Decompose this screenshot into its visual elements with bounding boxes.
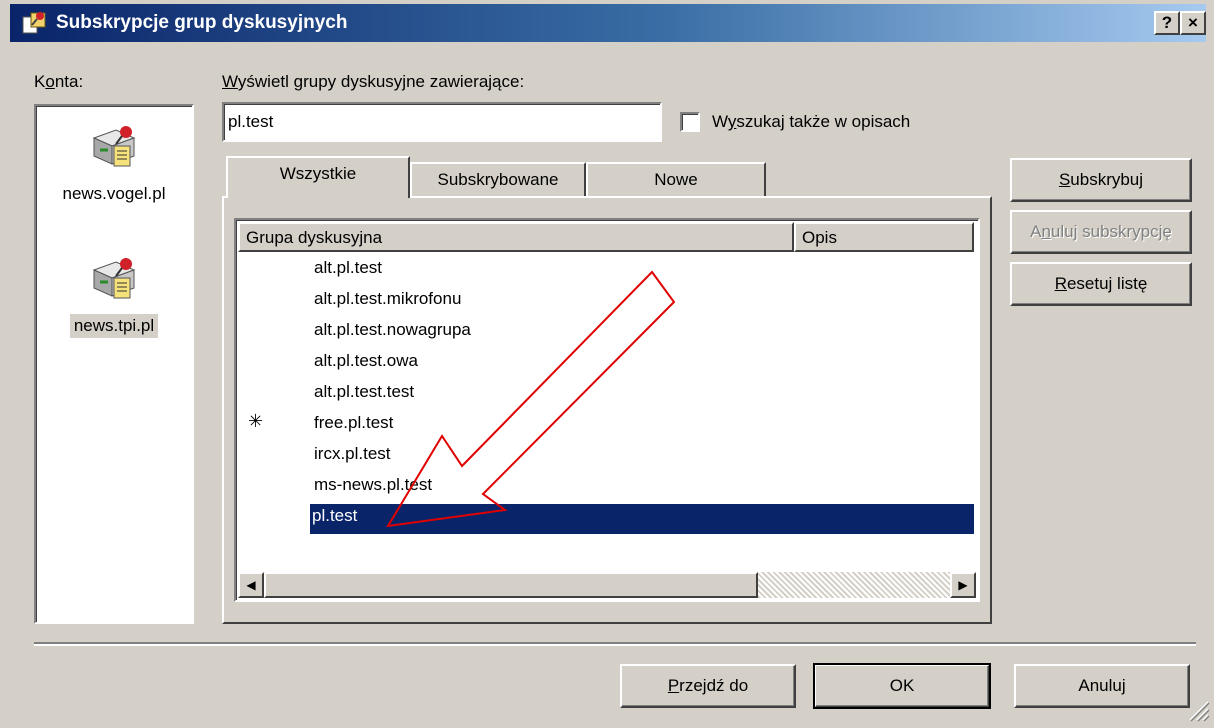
- new-group-icon: ✳: [248, 411, 264, 431]
- list-item[interactable]: alt.pl.test.nowagrupa: [236, 316, 978, 346]
- newsgroup-name: alt.pl.test.test: [314, 382, 415, 401]
- horizontal-scrollbar[interactable]: ◀ ▶: [238, 572, 976, 598]
- newsgroup-name: free.pl.test: [314, 413, 394, 432]
- newsgroup-name: alt.pl.test: [314, 258, 383, 277]
- newsgroup-name: pl.test: [310, 504, 974, 534]
- button-accel: S: [1058, 170, 1071, 189]
- accounts-label-accel: o: [45, 72, 55, 91]
- newsgroup-list[interactable]: Grupa dyskusyjna Opis alt.pl.test alt.pl…: [234, 218, 980, 602]
- tab-all[interactable]: Wszystkie: [226, 156, 410, 198]
- cancel-button[interactable]: Anuluj: [1014, 664, 1190, 708]
- search-label: Wyświetl grupy dyskusyjne zawierające:: [222, 72, 524, 92]
- account-item-news-tpi[interactable]: news.tpi.pl: [36, 252, 192, 338]
- news-server-icon: [92, 126, 136, 167]
- list-item[interactable]: ✳ free.pl.test: [236, 409, 978, 439]
- accounts-label-part: nta:: [54, 72, 84, 91]
- newsgroup-name: ms-news.pl.test: [314, 475, 433, 494]
- tab-subscribed[interactable]: Subskrybowane: [410, 162, 586, 198]
- checkbox-label-part: W: [712, 112, 728, 131]
- scroll-left-icon[interactable]: ◀: [238, 572, 264, 598]
- button-label: ubskrybuj: [1070, 170, 1144, 189]
- subscriptions-dialog: Subskrypcje grup dyskusyjnych ? × Konta:…: [0, 0, 1214, 728]
- search-label-part: świetl grupy dyskusyjne zawierające:: [246, 72, 525, 91]
- button-accel: n: [1041, 222, 1051, 241]
- close-button[interactable]: ×: [1180, 11, 1206, 35]
- unsubscribe-button[interactable]: Anuluj subskrypcję: [1010, 210, 1192, 254]
- go-to-button[interactable]: Przejdź do: [620, 664, 796, 708]
- newsgroup-app-icon: [22, 12, 46, 34]
- scroll-thumb[interactable]: [264, 572, 758, 598]
- button-label: uluj subskrypcję: [1050, 222, 1172, 241]
- search-input[interactable]: [222, 102, 662, 142]
- newsgroup-name: ircx.pl.test: [314, 444, 391, 463]
- news-server-icon: [92, 258, 136, 299]
- account-item-news-vogel[interactable]: news.vogel.pl: [36, 120, 192, 206]
- button-label: esetuj listę: [1066, 274, 1148, 293]
- newsgroup-name: alt.pl.test.owa: [314, 351, 418, 370]
- account-label: news.tpi.pl: [69, 314, 159, 338]
- button-label: A: [1030, 222, 1042, 241]
- separator: [34, 642, 1196, 646]
- title-bar[interactable]: Subskrypcje grup dyskusyjnych ? ×: [10, 4, 1206, 42]
- accounts-list[interactable]: news.vogel.pl news.tpi.pl: [34, 104, 194, 624]
- list-item[interactable]: alt.pl.test.owa: [236, 347, 978, 377]
- button-accel: P: [667, 676, 680, 695]
- list-item-selected[interactable]: pl.test: [236, 502, 978, 534]
- list-item[interactable]: ircx.pl.test: [236, 440, 978, 470]
- list-item[interactable]: alt.pl.test.test: [236, 378, 978, 408]
- help-button[interactable]: ?: [1154, 11, 1180, 35]
- ok-button[interactable]: OK: [813, 663, 991, 709]
- accounts-label: Konta:: [34, 72, 83, 92]
- newsgroup-name: alt.pl.test.mikrofonu: [314, 289, 462, 308]
- list-item[interactable]: ms-news.pl.test: [236, 471, 978, 501]
- resize-grip-icon[interactable]: [1186, 698, 1210, 722]
- search-descriptions-checkbox[interactable]: [680, 112, 700, 132]
- list-item[interactable]: alt.pl.test.mikrofonu: [236, 285, 978, 315]
- subscribe-button[interactable]: Subskrybuj: [1010, 158, 1192, 202]
- window-title: Subskrypcje grup dyskusyjnych: [56, 12, 348, 33]
- reset-list-button[interactable]: Resetuj listę: [1010, 262, 1192, 306]
- tab-new[interactable]: Nowe: [586, 162, 766, 198]
- account-label: news.vogel.pl: [62, 184, 166, 203]
- accounts-label-part: K: [34, 72, 46, 91]
- search-label-accel-w: W: [222, 72, 238, 91]
- newsgroup-name: alt.pl.test.nowagrupa: [314, 320, 471, 339]
- scroll-right-icon[interactable]: ▶: [950, 572, 976, 598]
- button-label: rzejdź do: [679, 676, 749, 695]
- list-item[interactable]: alt.pl.test: [236, 254, 978, 284]
- column-header-description[interactable]: Opis: [794, 222, 974, 252]
- column-header-group[interactable]: Grupa dyskusyjna: [238, 222, 794, 252]
- search-descriptions-label[interactable]: Wyszukaj także w opisach: [712, 112, 910, 132]
- button-accel: R: [1054, 274, 1067, 293]
- checkbox-label-part: szukaj także w opisach: [736, 112, 911, 131]
